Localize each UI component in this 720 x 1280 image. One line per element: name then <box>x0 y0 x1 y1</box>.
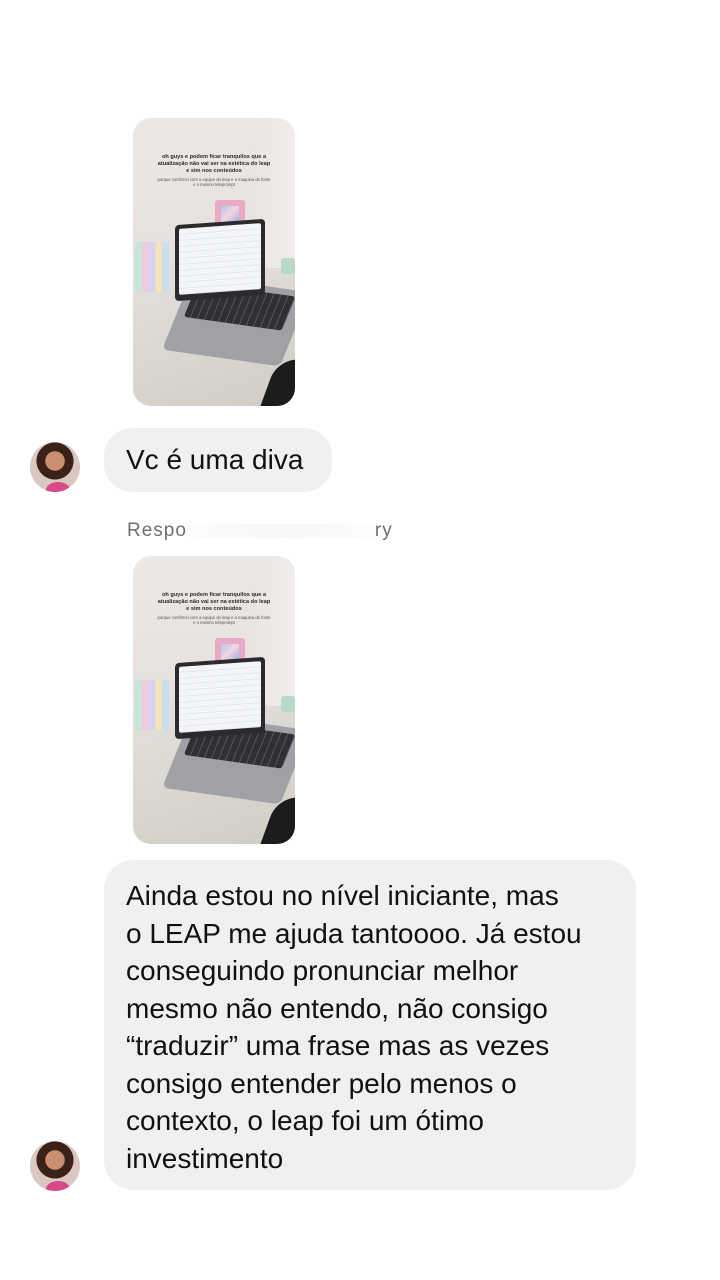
message-line: “traduzir” uma frase mas as vezes <box>126 1030 550 1061</box>
message-line: o LEAP me ajuda tantoooo. Já estou <box>126 917 582 949</box>
message-bubble[interactable]: Ainda estou no nível iniciante, mas o LE… <box>104 860 636 1190</box>
reply-label-end: ry <box>374 520 393 541</box>
story-laptop-screen <box>175 656 265 740</box>
message-line: investimento <box>126 1142 284 1174</box>
story-books <box>135 242 169 292</box>
message-line: contexto, o leap foi um ótimo <box>126 1105 484 1136</box>
reply-label-start: Respo <box>127 520 187 541</box>
story-reply-label: Respo ry <box>127 520 393 542</box>
sender-avatar[interactable] <box>30 1141 80 1191</box>
sender-avatar[interactable] <box>30 442 80 492</box>
story-overlay-text: oh guys e podem ficar tranquilos que a a… <box>157 592 271 625</box>
shared-story-thumbnail[interactable]: oh guys e podem ficar tranquilos que a a… <box>133 118 295 406</box>
message-line: conseguindo pronunciar melhor <box>126 955 519 986</box>
reply-label-redaction <box>186 523 375 538</box>
story-overlay-title: oh guys e podem ficar tranquilos que a a… <box>157 592 271 612</box>
message-bubble[interactable]: Vc é uma diva <box>104 428 332 492</box>
story-mug <box>281 696 295 712</box>
story-mug <box>281 258 295 274</box>
message-text: Vc é uma diva <box>126 444 304 475</box>
message-line: mesmo não entendo, não consigo <box>126 992 548 1024</box>
message-line: Ainda estou no nível iniciante, mas <box>126 880 559 911</box>
shared-story-thumbnail[interactable]: oh guys e podem ficar tranquilos que a a… <box>133 556 295 844</box>
story-books <box>135 680 169 730</box>
story-overlay-title: oh guys e podem ficar tranquilos que a a… <box>157 154 271 174</box>
message-line: consigo entender pelo menos o <box>126 1067 517 1099</box>
chat-thread: oh guys e podem ficar tranquilos que a a… <box>0 0 720 1280</box>
story-overlay-subtitle: porque confirmei com a equipe do leap e … <box>157 615 271 626</box>
story-laptop-screen <box>175 218 265 302</box>
story-overlay-subtitle: porque confirmei com a equipe do leap e … <box>157 177 271 188</box>
story-overlay-text: oh guys e podem ficar tranquilos que a a… <box>157 154 271 187</box>
